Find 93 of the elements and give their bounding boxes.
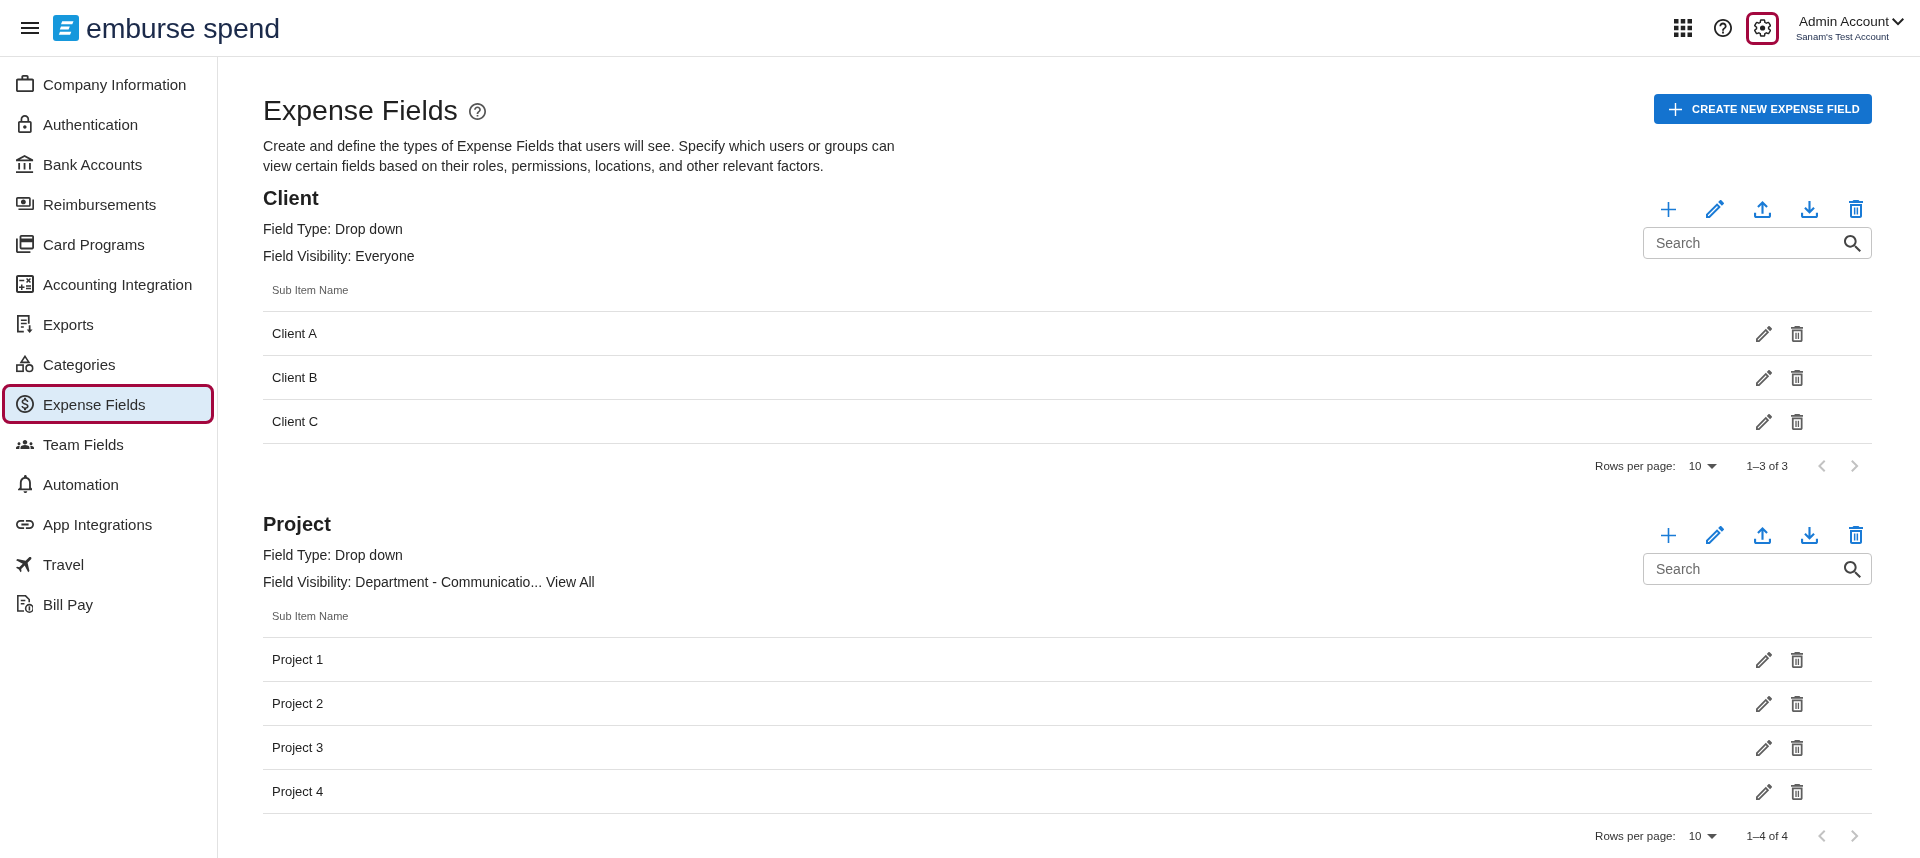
trash-icon[interactable] <box>1790 651 1804 668</box>
trash-icon[interactable] <box>1790 783 1804 800</box>
table-cell: Client B <box>272 370 318 385</box>
pencil-icon[interactable] <box>1756 739 1772 756</box>
plus-icon[interactable] <box>1660 201 1676 217</box>
menu-icon[interactable] <box>21 22 39 34</box>
field-visibility-text: Field Visibility: Department - Communicatio... <box>263 574 543 590</box>
field-title: Project <box>263 512 332 537</box>
sidebar-item[interactable]: Expense Fields <box>2 384 214 424</box>
pencil-icon[interactable] <box>1756 325 1772 342</box>
trash-icon[interactable] <box>1849 200 1863 218</box>
column-header: Sub Item Name <box>272 284 349 296</box>
pencil-icon[interactable] <box>1706 200 1724 218</box>
pencil-icon[interactable] <box>1756 651 1772 668</box>
search-field[interactable]: Search <box>1643 553 1872 585</box>
settings-icon[interactable] <box>1753 19 1772 37</box>
sidebar-item[interactable]: Card Programs <box>2 224 214 264</box>
trash-icon[interactable] <box>1790 739 1804 756</box>
download-icon[interactable] <box>1800 526 1818 544</box>
rows-per-page-label: Rows per page: <box>1595 830 1676 842</box>
rows-per-page-select[interactable]: 10 <box>1688 830 1718 842</box>
airplane-icon <box>16 555 34 573</box>
document-badge-icon <box>16 595 34 613</box>
field-type-text: Field Type: Drop down <box>263 546 404 565</box>
search-icon[interactable] <box>1844 234 1861 252</box>
trash-icon[interactable] <box>1790 325 1804 342</box>
column-header: Sub Item Name <box>272 610 349 622</box>
sidebar-item[interactable]: Authentication <box>2 104 214 144</box>
upload-icon[interactable] <box>1753 526 1771 544</box>
pencil-icon[interactable] <box>1756 695 1772 712</box>
sidebar-item[interactable]: Accounting Integration <box>2 264 214 304</box>
sidebar-item[interactable]: Bill Pay <box>2 584 214 624</box>
page-title: Expense Fields <box>263 93 458 128</box>
banknote-icon <box>16 197 34 211</box>
pencil-icon[interactable] <box>1756 413 1772 430</box>
search-field[interactable]: Search <box>1643 227 1872 259</box>
sidebar-item[interactable]: Automation <box>2 464 214 504</box>
calculator-icon <box>16 275 34 293</box>
help-icon[interactable] <box>468 103 486 120</box>
table-cell: Project 2 <box>272 696 324 711</box>
help-icon[interactable] <box>1713 19 1732 37</box>
table-cell: Project 3 <box>272 740 324 755</box>
trash-icon[interactable] <box>1790 369 1804 386</box>
sidebar-item[interactable]: Team Fields <box>2 424 214 464</box>
account-menu-button[interactable]: Admin Account Sanam's Test Account <box>1796 13 1904 43</box>
briefcase-icon <box>16 75 34 93</box>
table-cell: Client A <box>272 326 317 341</box>
sidebar-item[interactable]: Bank Accounts <box>2 144 214 184</box>
brand-name: emburse spend <box>86 13 280 43</box>
table-cell: Client C <box>272 414 319 429</box>
settings-button[interactable] <box>1746 11 1779 45</box>
sidebar-item[interactable]: App Integrations <box>2 504 214 544</box>
plus-icon[interactable] <box>1660 527 1676 543</box>
pencil-icon[interactable] <box>1756 783 1772 800</box>
download-icon[interactable] <box>1800 200 1818 218</box>
sidebar-item[interactable]: Travel <box>2 544 214 584</box>
trash-icon[interactable] <box>1790 413 1804 430</box>
sidebar-item[interactable]: Company Information <box>2 64 214 104</box>
view-all-link[interactable]: View All <box>545 574 595 590</box>
rows-per-page-select[interactable]: 10 <box>1688 460 1718 472</box>
sidebar-item[interactable]: Categories <box>2 344 214 384</box>
caret-icon[interactable] <box>1707 463 1718 469</box>
pencil-icon[interactable] <box>1756 369 1772 386</box>
field-visibility-text: Field Visibility: Everyone <box>263 248 415 264</box>
people-icon <box>16 439 34 449</box>
lock-icon <box>18 115 32 133</box>
trash-icon[interactable] <box>1790 695 1804 712</box>
sidebar-item[interactable]: Reimbursements <box>2 184 214 224</box>
cards-icon <box>16 235 34 253</box>
bell-icon <box>17 475 33 493</box>
document-arrow-icon <box>17 315 33 333</box>
field-type-text: Field Type: Drop down <box>263 220 404 239</box>
sidebar-item[interactable]: Exports <box>2 304 214 344</box>
page-description: Create and define the types of Expense Fields that users will see. Specify which users or groups can view certain fields based on their roles, permissions, locations, and other relevant factors. <box>263 137 896 176</box>
create-expense-field-button[interactable]: CREATE NEW EXPENSE FIELD <box>1654 94 1872 124</box>
link-icon <box>16 519 34 529</box>
caret-icon[interactable] <box>1707 833 1718 839</box>
field-title: Client <box>263 186 320 211</box>
search-icon[interactable] <box>1844 560 1861 578</box>
pencil-icon[interactable] <box>1706 526 1724 544</box>
pagination-range: 1–3 of 3 <box>1746 460 1788 472</box>
bank-icon <box>16 155 34 173</box>
logo-icon <box>53 15 79 41</box>
pagination-range: 1–4 of 4 <box>1746 830 1788 842</box>
table-cell: Project 4 <box>272 784 324 799</box>
upload-icon[interactable] <box>1753 200 1771 218</box>
shapes-icon <box>16 355 34 373</box>
plus-icon[interactable] <box>1669 102 1682 116</box>
trash-icon[interactable] <box>1849 526 1863 544</box>
chevron-down-icon[interactable] <box>1892 18 1904 26</box>
rows-per-page-label: Rows per page: <box>1595 460 1676 472</box>
apps-icon[interactable] <box>1673 19 1692 37</box>
table-cell: Project 1 <box>272 652 324 667</box>
